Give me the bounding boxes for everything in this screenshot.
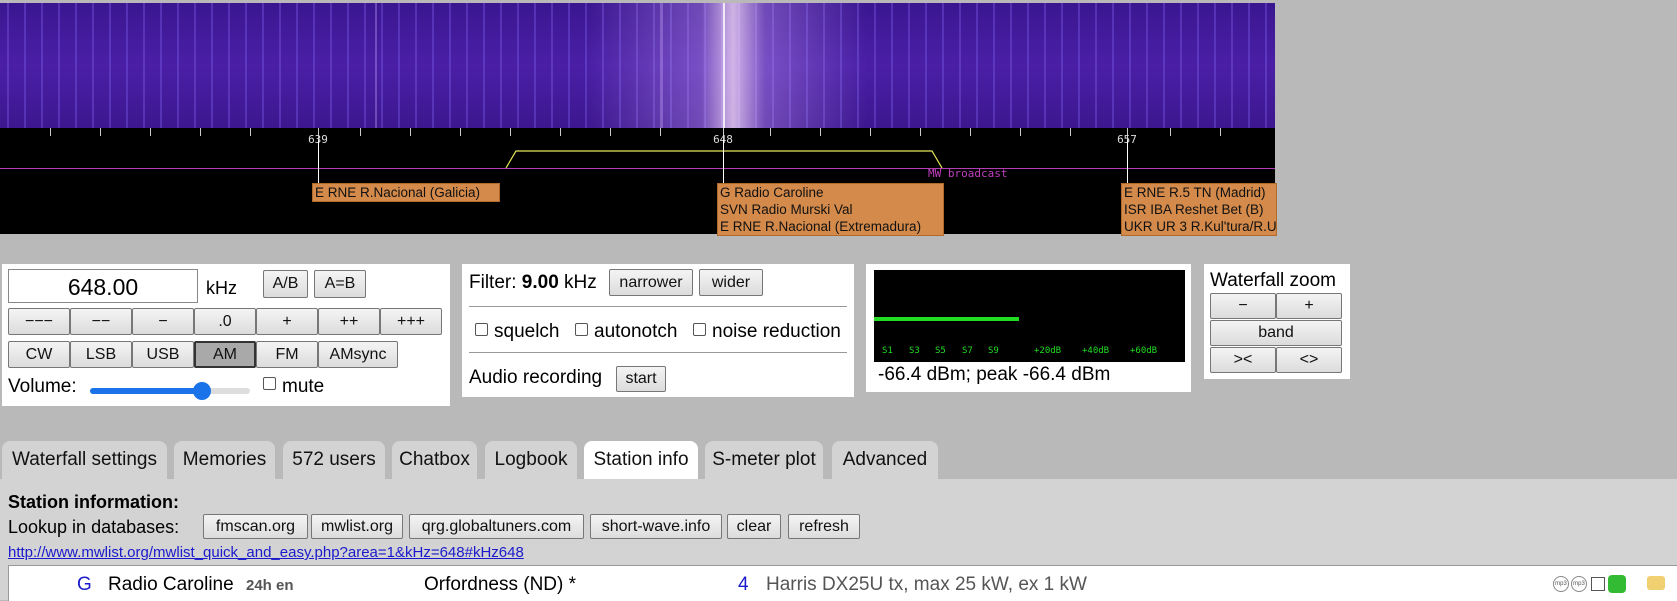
info-icon[interactable]: [1591, 577, 1605, 591]
mp3-icon[interactable]: mp3: [1571, 576, 1587, 592]
frequency-input[interactable]: 648.00: [8, 269, 198, 303]
station-name: Radio Caroline: [108, 574, 234, 595]
squelch-label: squelch: [494, 321, 560, 342]
frequency-scale[interactable]: 639 648 657 MW broadcast E RNE R.Naciona…: [0, 128, 1277, 236]
mute-checkbox[interactable]: [263, 377, 276, 390]
station-label-639[interactable]: E RNE R.Nacional (Galicia): [312, 183, 500, 202]
mode-usb-button[interactable]: USB: [132, 341, 194, 368]
station-marker-line: [723, 140, 724, 184]
audio-record-start-button[interactable]: start: [616, 366, 666, 392]
waterfall-zoom-title: Waterfall zoom: [1210, 270, 1336, 291]
vfo-aeqb-button[interactable]: A=B: [314, 270, 366, 298]
volume-slider[interactable]: [90, 382, 250, 402]
lookup-clear-button[interactable]: clear: [727, 514, 781, 539]
tab-memories[interactable]: Memories: [174, 441, 275, 479]
waterfall-carrier-trace: [723, 3, 725, 128]
lookup-shortwave-info-button[interactable]: short-wave.info: [590, 514, 722, 539]
mode-lsb-button[interactable]: LSB: [70, 341, 132, 368]
mode-am-button[interactable]: AM: [194, 341, 256, 368]
audio-recording-label: Audio recording: [469, 367, 603, 388]
filter-value: 9.00: [521, 272, 559, 293]
autonotch-checkbox[interactable]: [575, 323, 588, 336]
zoom-in-button[interactable]: +: [1276, 293, 1342, 319]
lookup-mwlist-button[interactable]: mwlist.org: [311, 514, 403, 539]
volume-slider-thumb[interactable]: [193, 382, 211, 400]
mute-label: mute: [282, 376, 325, 397]
station-label-657[interactable]: E RNE R.5 TN (Madrid) ISR IBA Reshet Bet…: [1121, 183, 1277, 236]
waterfall-zoom-panel: Waterfall zoom − + band >< <>: [1204, 264, 1350, 379]
station-row[interactable]: G Radio Caroline 24h en Orfordness (ND) …: [8, 565, 1677, 601]
mode-amsync-button[interactable]: AMsync: [318, 341, 398, 368]
step-down-large-button[interactable]: −−−: [8, 308, 70, 335]
station-marker-line: [318, 140, 319, 184]
step-down-medium-button[interactable]: −−: [70, 308, 132, 335]
tab-station-info[interactable]: Station info: [584, 441, 698, 479]
lookup-globaltuners-button[interactable]: qrg.globaltuners.com: [409, 514, 584, 539]
zoom-narrow-button[interactable]: ><: [1210, 347, 1276, 373]
filter-readout: Filter: 9.00 kHz: [469, 272, 597, 293]
s-meter-panel: S1 S3 S5 S7 S9 +20dB +40dB +60dB -66.4 d…: [866, 264, 1191, 392]
step-round-button[interactable]: .0: [194, 308, 256, 335]
station-power-class: 4: [738, 574, 749, 595]
station-marker-line: [1127, 140, 1128, 184]
zoom-band-button[interactable]: band: [1210, 320, 1342, 346]
step-up-small-button[interactable]: +: [256, 308, 318, 335]
mode-cw-button[interactable]: CW: [8, 341, 70, 368]
headphones-icon[interactable]: [1608, 575, 1626, 593]
tab-waterfall-settings[interactable]: Waterfall settings: [2, 441, 167, 479]
lookup-fmscan-button[interactable]: fmscan.org: [203, 514, 308, 539]
noise-reduction-label: noise reduction: [712, 321, 841, 342]
zoom-wide-button[interactable]: <>: [1276, 347, 1342, 373]
noise-reduction-checkbox[interactable]: [693, 323, 706, 336]
step-up-medium-button[interactable]: ++: [318, 308, 380, 335]
filter-panel: Filter: 9.00 kHz narrower wider squelch …: [462, 264, 854, 397]
squelch-checkbox[interactable]: [475, 323, 488, 336]
waterfall-display[interactable]: [0, 3, 1275, 128]
tab-logbook[interactable]: Logbook: [485, 441, 577, 479]
frequency-unit: kHz: [206, 278, 237, 298]
station-country: G: [77, 574, 92, 595]
mode-fm-button[interactable]: FM: [256, 341, 318, 368]
station-info-title: Station information:: [8, 492, 179, 512]
volume-label: Volume:: [8, 376, 77, 397]
tab-chatbox[interactable]: Chatbox: [392, 441, 477, 479]
filter-wider-button[interactable]: wider: [699, 269, 763, 296]
station-location: Orfordness (ND) *: [424, 574, 577, 595]
vfo-ab-button[interactable]: A/B: [263, 270, 308, 298]
filter-narrower-button[interactable]: narrower: [609, 269, 693, 296]
lookup-refresh-button[interactable]: refresh: [788, 514, 860, 539]
lookup-label: Lookup in databases:: [8, 517, 180, 537]
passband-indicator[interactable]: [0, 128, 1275, 188]
tab-users[interactable]: 572 users: [283, 441, 385, 479]
station-schedule: 24h en: [246, 577, 294, 594]
station-details: Harris DX25U tx, max 25 kW, ex 1 kW: [766, 574, 1087, 595]
tab-s-meter-plot[interactable]: S-meter plot: [705, 441, 823, 479]
lookup-url-link[interactable]: http://www.mwlist.org/mwlist_quick_and_e…: [8, 544, 524, 561]
mp3-icon[interactable]: mp3: [1553, 576, 1569, 592]
station-label-648[interactable]: G Radio Caroline SVN Radio Murski Val E …: [717, 183, 944, 236]
s-meter-display: S1 S3 S5 S7 S9 +20dB +40dB +60dB: [874, 270, 1185, 362]
chat-icon[interactable]: [1647, 576, 1665, 590]
waterfall-signal-trace: [375, 3, 377, 128]
station-info-panel: Station information: Lookup in databases…: [0, 479, 1677, 601]
tab-advanced[interactable]: Advanced: [832, 441, 938, 479]
waterfall-signal-trace: [660, 3, 663, 128]
frequency-panel: 648.00 kHz A/B A=B −−− −− − .0 + ++ +++ …: [2, 264, 450, 406]
zoom-out-button[interactable]: −: [1210, 293, 1276, 319]
s-meter-readout: -66.4 dBm; peak -66.4 dBm: [878, 364, 1111, 385]
step-down-small-button[interactable]: −: [132, 308, 194, 335]
step-up-large-button[interactable]: +++: [380, 308, 442, 335]
autonotch-label: autonotch: [594, 321, 678, 342]
s-meter-bar: [874, 317, 1019, 321]
